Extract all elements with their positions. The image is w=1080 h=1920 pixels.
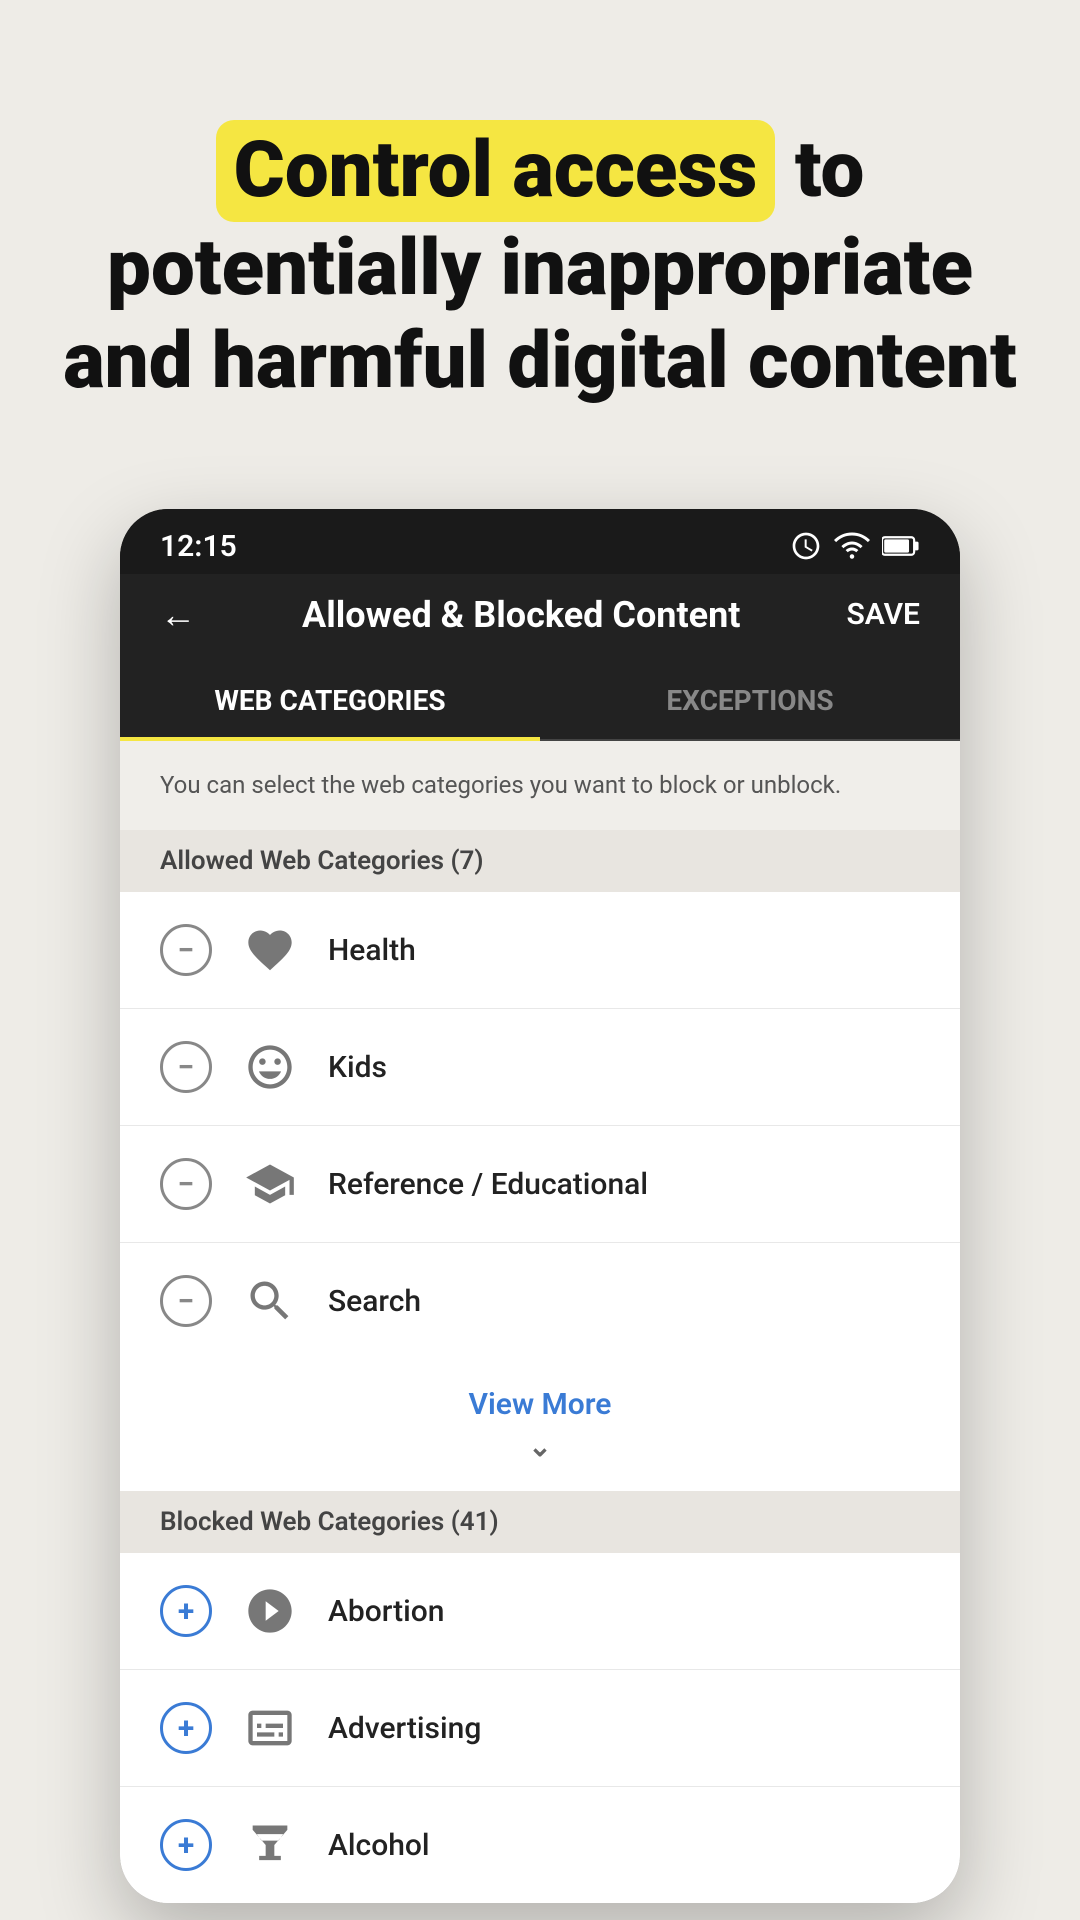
category-label-advertising: Advertising — [328, 1711, 481, 1746]
list-item: − Health — [120, 892, 960, 1009]
toggle-allowed-education[interactable]: − — [160, 1158, 212, 1210]
phone-mockup: 12:15 ← Allowed & Blocked Content SAVE — [120, 509, 960, 1904]
search-icon — [240, 1271, 300, 1331]
wifi-icon — [834, 532, 870, 560]
toggle-allowed-health[interactable]: − — [160, 924, 212, 976]
list-item: − Kids — [120, 1009, 960, 1126]
education-icon — [240, 1154, 300, 1214]
list-item: + Alcohol — [120, 1787, 960, 1903]
toggle-blocked-alcohol[interactable]: + — [160, 1819, 212, 1871]
toggle-blocked-abortion[interactable]: + — [160, 1585, 212, 1637]
allowed-categories-list: − Health − Kids − — [120, 892, 960, 1359]
hero-highlight: Control access — [216, 120, 776, 222]
status-icons — [790, 530, 920, 562]
header-title: Allowed & Blocked Content — [302, 594, 740, 636]
list-item: + Advertising — [120, 1670, 960, 1787]
list-item: − Reference / Educational — [120, 1126, 960, 1243]
battery-icon — [882, 532, 920, 560]
heart-icon — [240, 920, 300, 980]
toggle-allowed-kids[interactable]: − — [160, 1041, 212, 1093]
blocked-categories-list: + Abortion + Advertising — [120, 1553, 960, 1903]
chevron-down-icon: ⌄ — [528, 1430, 551, 1463]
alcohol-icon — [240, 1815, 300, 1875]
status-time: 12:15 — [160, 529, 237, 564]
blocked-section-header: Blocked Web Categories (41) — [120, 1491, 960, 1553]
abortion-icon — [240, 1581, 300, 1641]
category-label-alcohol: Alcohol — [328, 1828, 430, 1863]
app-header: ← Allowed & Blocked Content SAVE — [120, 574, 960, 656]
status-bar: 12:15 — [120, 509, 960, 574]
toggle-blocked-advertising[interactable]: + — [160, 1702, 212, 1754]
hero-section: Control access topotentially inappropria… — [0, 0, 1080, 469]
advertising-icon — [240, 1698, 300, 1758]
kids-icon — [240, 1037, 300, 1097]
allowed-section-header: Allowed Web Categories (7) — [120, 830, 960, 892]
view-more-button[interactable]: View More ⌄ — [120, 1359, 960, 1491]
save-button[interactable]: SAVE — [846, 597, 920, 632]
clock-icon — [790, 530, 822, 562]
back-button[interactable]: ← — [160, 594, 196, 636]
category-label-kids: Kids — [328, 1050, 387, 1085]
info-text: You can select the web categories you wa… — [120, 741, 960, 831]
content-area: You can select the web categories you wa… — [120, 741, 960, 1904]
category-label-education: Reference / Educational — [328, 1167, 648, 1202]
tabs-bar: WEB CATEGORIES EXCEPTIONS — [120, 656, 960, 741]
list-item: − Search — [120, 1243, 960, 1359]
tab-exceptions[interactable]: EXCEPTIONS — [540, 656, 960, 739]
list-item: + Abortion — [120, 1553, 960, 1670]
toggle-allowed-search[interactable]: − — [160, 1275, 212, 1327]
category-label-search: Search — [328, 1284, 421, 1319]
tab-web-categories[interactable]: WEB CATEGORIES — [120, 656, 540, 741]
category-label-abortion: Abortion — [328, 1594, 444, 1629]
category-label-health: Health — [328, 933, 416, 968]
hero-title: Control access topotentially inappropria… — [60, 120, 1020, 409]
